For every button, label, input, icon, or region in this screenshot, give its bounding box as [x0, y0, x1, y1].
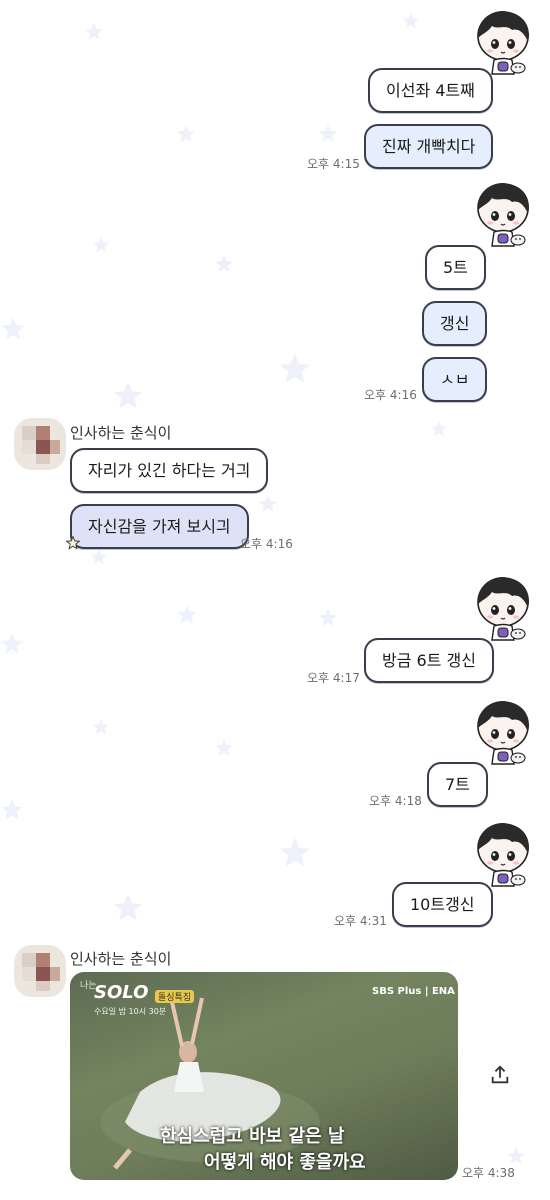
timestamp: 오후 4:31	[334, 914, 387, 928]
star-icon	[430, 420, 448, 437]
star-icon	[177, 125, 195, 142]
message-bubble[interactable]: 5트	[425, 245, 486, 290]
star-icon	[1, 317, 25, 340]
star-icon	[113, 381, 143, 409]
avatar[interactable]	[14, 418, 66, 470]
avatar[interactable]	[468, 574, 538, 644]
message-bubble[interactable]: 방금 6트 갱신	[364, 638, 494, 683]
timestamp: 오후 4:15	[307, 157, 360, 171]
share-icon[interactable]	[489, 1064, 511, 1086]
sender-name: 인사하는 춘식이	[70, 424, 172, 442]
star-icon	[1, 799, 23, 820]
star-icon	[92, 718, 110, 735]
star-icon	[319, 609, 337, 626]
message-bubble[interactable]: 진짜 개빡치다	[364, 124, 494, 169]
sender-name: 인사하는 춘식이	[70, 950, 172, 968]
star-icon	[177, 605, 197, 624]
video-thumbnail[interactable]: 나는 SOLO 돌싱특집 수요일 밤 10시 30분 SBS Plus | EN…	[70, 972, 458, 1180]
message-bubble[interactable]: 7트	[427, 762, 488, 807]
star-icon	[215, 739, 233, 756]
timestamp: 오후 4:38	[462, 1166, 515, 1180]
star-icon	[90, 548, 108, 565]
timestamp: 오후 4:17	[307, 671, 360, 685]
schedule: 수요일 밤 10시 30분	[94, 1007, 167, 1016]
star-icon	[507, 1147, 525, 1164]
star-icon	[259, 495, 277, 512]
star-sticker-icon	[66, 536, 80, 550]
message-bubble[interactable]: 자신감을 가져 보시긔	[70, 504, 249, 549]
timestamp: 오후 4:18	[369, 794, 422, 808]
star-icon	[85, 23, 103, 40]
show-badge: 돌싱특집	[155, 990, 195, 1003]
avatar[interactable]	[468, 698, 538, 768]
star-icon	[113, 893, 143, 921]
message-bubble[interactable]: ㅅㅂ	[422, 357, 488, 402]
star-icon	[402, 12, 420, 29]
message-bubble[interactable]: 이선좌 4트째	[368, 68, 493, 113]
avatar[interactable]	[468, 180, 538, 250]
avatar[interactable]	[14, 945, 66, 997]
message-bubble[interactable]: 갱신	[422, 301, 488, 346]
star-icon	[279, 837, 311, 867]
star-icon	[319, 125, 337, 142]
star-icon	[279, 353, 311, 383]
timestamp: 오후 4:16	[364, 388, 417, 402]
timestamp: 오후 4:16	[240, 537, 293, 551]
avatar[interactable]	[468, 820, 538, 890]
message-bubble[interactable]: 10트갱신	[392, 882, 493, 927]
show-title: SOLO	[94, 982, 149, 1003]
subtitle-line-1: 한심스럽고 바보 같은 날	[160, 1126, 345, 1147]
star-icon	[92, 236, 110, 253]
message-bubble[interactable]: 자리가 있긴 하다는 거긔	[70, 448, 269, 493]
star-icon	[1, 633, 23, 654]
star-icon	[215, 255, 233, 272]
network-logo: SBS Plus | ENA	[372, 986, 455, 997]
subtitle-line-2: 어떻게 해야 좋을까요	[204, 1152, 366, 1173]
